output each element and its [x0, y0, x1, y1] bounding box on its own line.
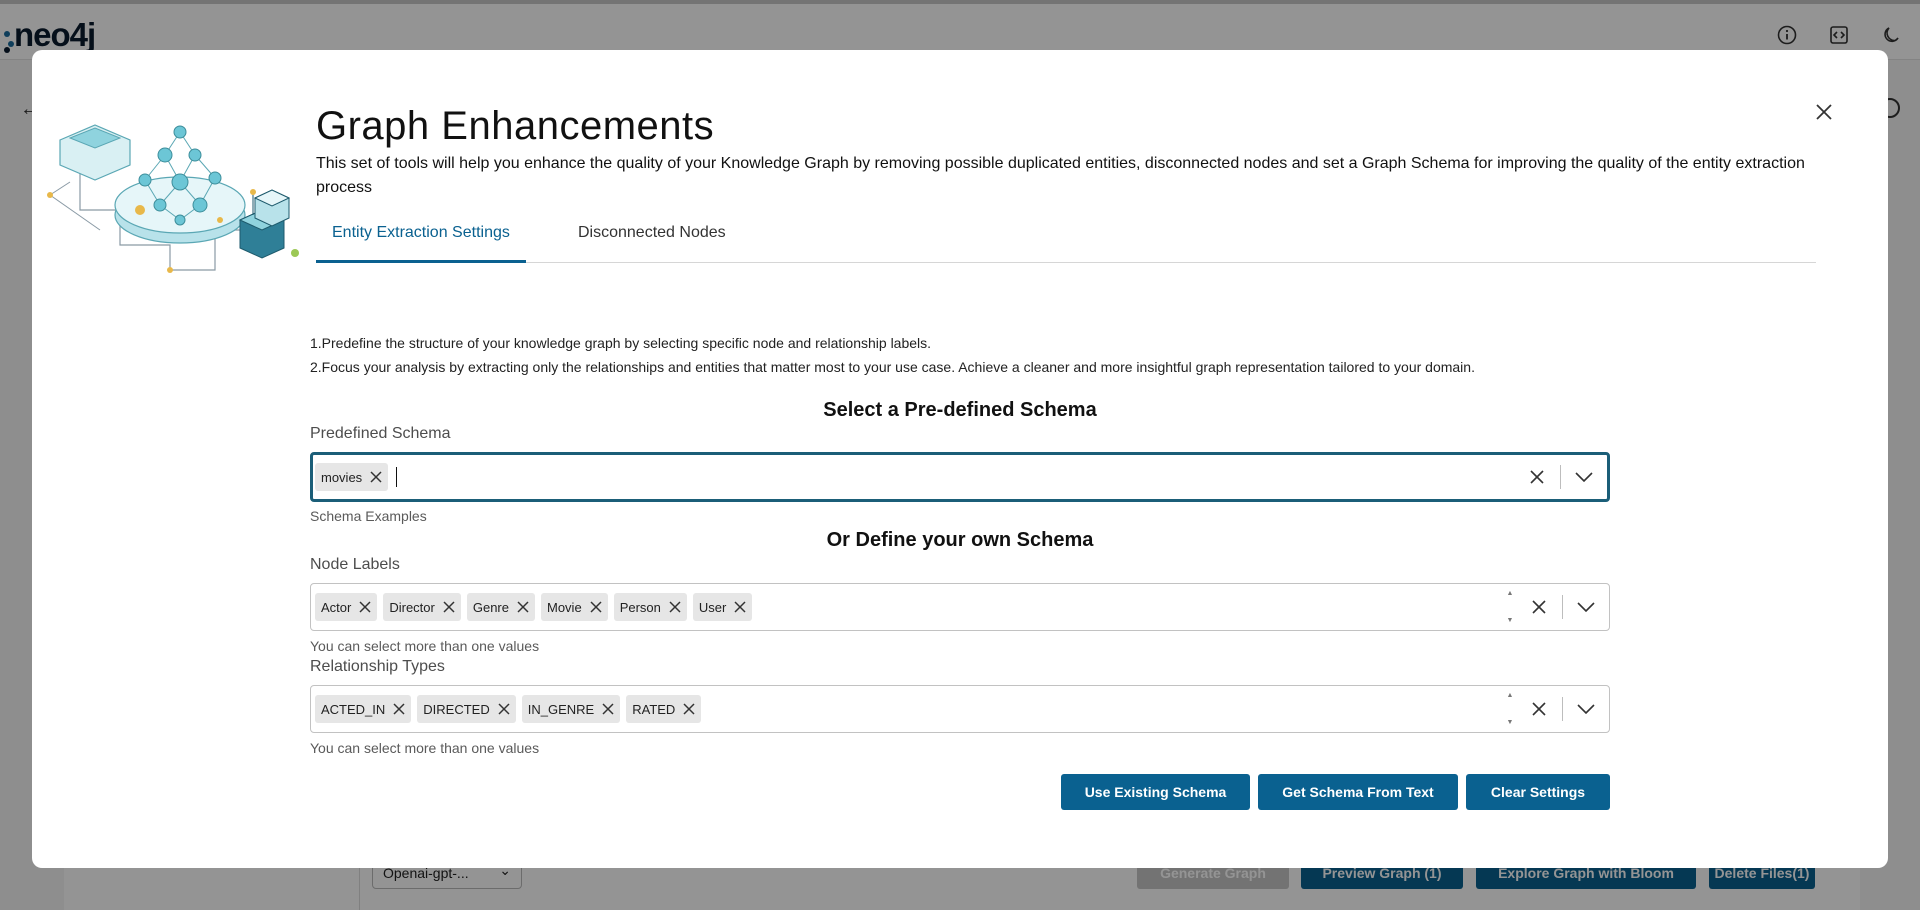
clear-icon[interactable] — [1524, 694, 1554, 724]
dialog-subtitle: This set of tools will help you enhance … — [316, 155, 1805, 196]
chevron-down-icon[interactable] — [1569, 462, 1599, 492]
tab-disconnected-nodes[interactable]: Disconnected Nodes — [562, 220, 742, 263]
info-line-1: 1.Predefine the structure of your knowle… — [310, 335, 932, 351]
node-labels-label: Node Labels — [310, 556, 400, 573]
rel-chip: DIRECTED — [417, 695, 516, 723]
chip-label: Actor — [321, 599, 352, 615]
chip-label: Movie — [547, 599, 582, 615]
divider — [1560, 465, 1561, 489]
node-chip: Director — [383, 593, 461, 621]
remove-chip-icon[interactable] — [734, 601, 746, 613]
predefined-schema-label: Predefined Schema — [310, 425, 451, 442]
chip-label: User — [698, 599, 727, 615]
remove-chip-icon[interactable] — [602, 703, 614, 715]
info-line-2: 2.Focus your analysis by extracting only… — [310, 359, 1475, 375]
tab-bar: Entity Extraction Settings Disconnected … — [316, 220, 1816, 263]
remove-chip-icon[interactable] — [359, 601, 371, 613]
node-labels-helper: You can select more than one values — [310, 638, 540, 654]
remove-chip-icon[interactable] — [683, 703, 695, 715]
remove-chip-icon[interactable] — [590, 601, 602, 613]
chip-label: ACTED_IN — [321, 701, 386, 717]
own-schema-heading: Or Define your own Schema — [826, 529, 1094, 551]
remove-chip-icon[interactable] — [393, 703, 405, 715]
chip-label: movies — [321, 469, 363, 485]
node-chip: Actor — [315, 593, 378, 621]
node-labels-select[interactable]: Actor Director Genre Movie Person User ▲… — [310, 583, 1610, 631]
chip-label: Director — [389, 599, 435, 615]
tab-entity-extraction-settings[interactable]: Entity Extraction Settings — [316, 220, 526, 263]
remove-chip-icon[interactable] — [443, 601, 455, 613]
close-icon[interactable] — [1812, 100, 1836, 124]
rel-chip: RATED — [626, 695, 702, 723]
predefined-schema-heading: Select a Pre-defined Schema — [823, 399, 1097, 421]
text-cursor — [396, 467, 398, 487]
chip-label: Genre — [472, 599, 509, 615]
remove-chip-icon[interactable] — [517, 601, 529, 613]
node-chip: Genre — [466, 593, 535, 621]
chevron-down-icon[interactable] — [1571, 694, 1601, 724]
remove-chip-icon[interactable] — [669, 601, 681, 613]
clear-settings-button[interactable]: Clear Settings — [1466, 774, 1610, 810]
get-schema-from-text-button[interactable]: Get Schema From Text — [1258, 774, 1458, 810]
dialog-title: Graph Enhancements — [316, 104, 715, 148]
node-chip: Person — [613, 593, 687, 621]
divider — [1562, 697, 1563, 721]
chevron-down-icon[interactable] — [1571, 592, 1601, 622]
chip-label: IN_GENRE — [527, 701, 595, 717]
relationship-types-select[interactable]: ACTED_IN DIRECTED IN_GENRE RATED ▲ ▼ — [310, 685, 1610, 733]
clear-icon[interactable] — [1522, 462, 1552, 492]
rel-chip: ACTED_IN — [315, 695, 412, 723]
schema-chip-movies: movies — [315, 463, 389, 491]
clear-icon[interactable] — [1524, 592, 1554, 622]
scroll-arrows-icon[interactable]: ▲ ▼ — [1504, 692, 1516, 726]
node-chip: User — [692, 593, 753, 621]
remove-chip-icon[interactable] — [370, 471, 382, 483]
chip-label: Person — [619, 599, 661, 615]
schema-examples-helper: Schema Examples — [310, 508, 427, 524]
predefined-schema-select[interactable]: movies — [310, 452, 1610, 502]
divider — [1562, 595, 1563, 619]
graph-illustration-icon — [47, 124, 299, 273]
scroll-arrows-icon[interactable]: ▲ ▼ — [1504, 590, 1516, 624]
relationship-types-label: Relationship Types — [310, 658, 445, 675]
rel-chip: IN_GENRE — [521, 695, 621, 723]
remove-chip-icon[interactable] — [498, 703, 510, 715]
chip-label: RATED — [632, 701, 676, 717]
node-chip: Movie — [541, 593, 608, 621]
chip-label: DIRECTED — [423, 701, 490, 717]
relationship-types-helper: You can select more than one values — [310, 740, 540, 756]
use-existing-schema-button[interactable]: Use Existing Schema — [1061, 774, 1250, 810]
